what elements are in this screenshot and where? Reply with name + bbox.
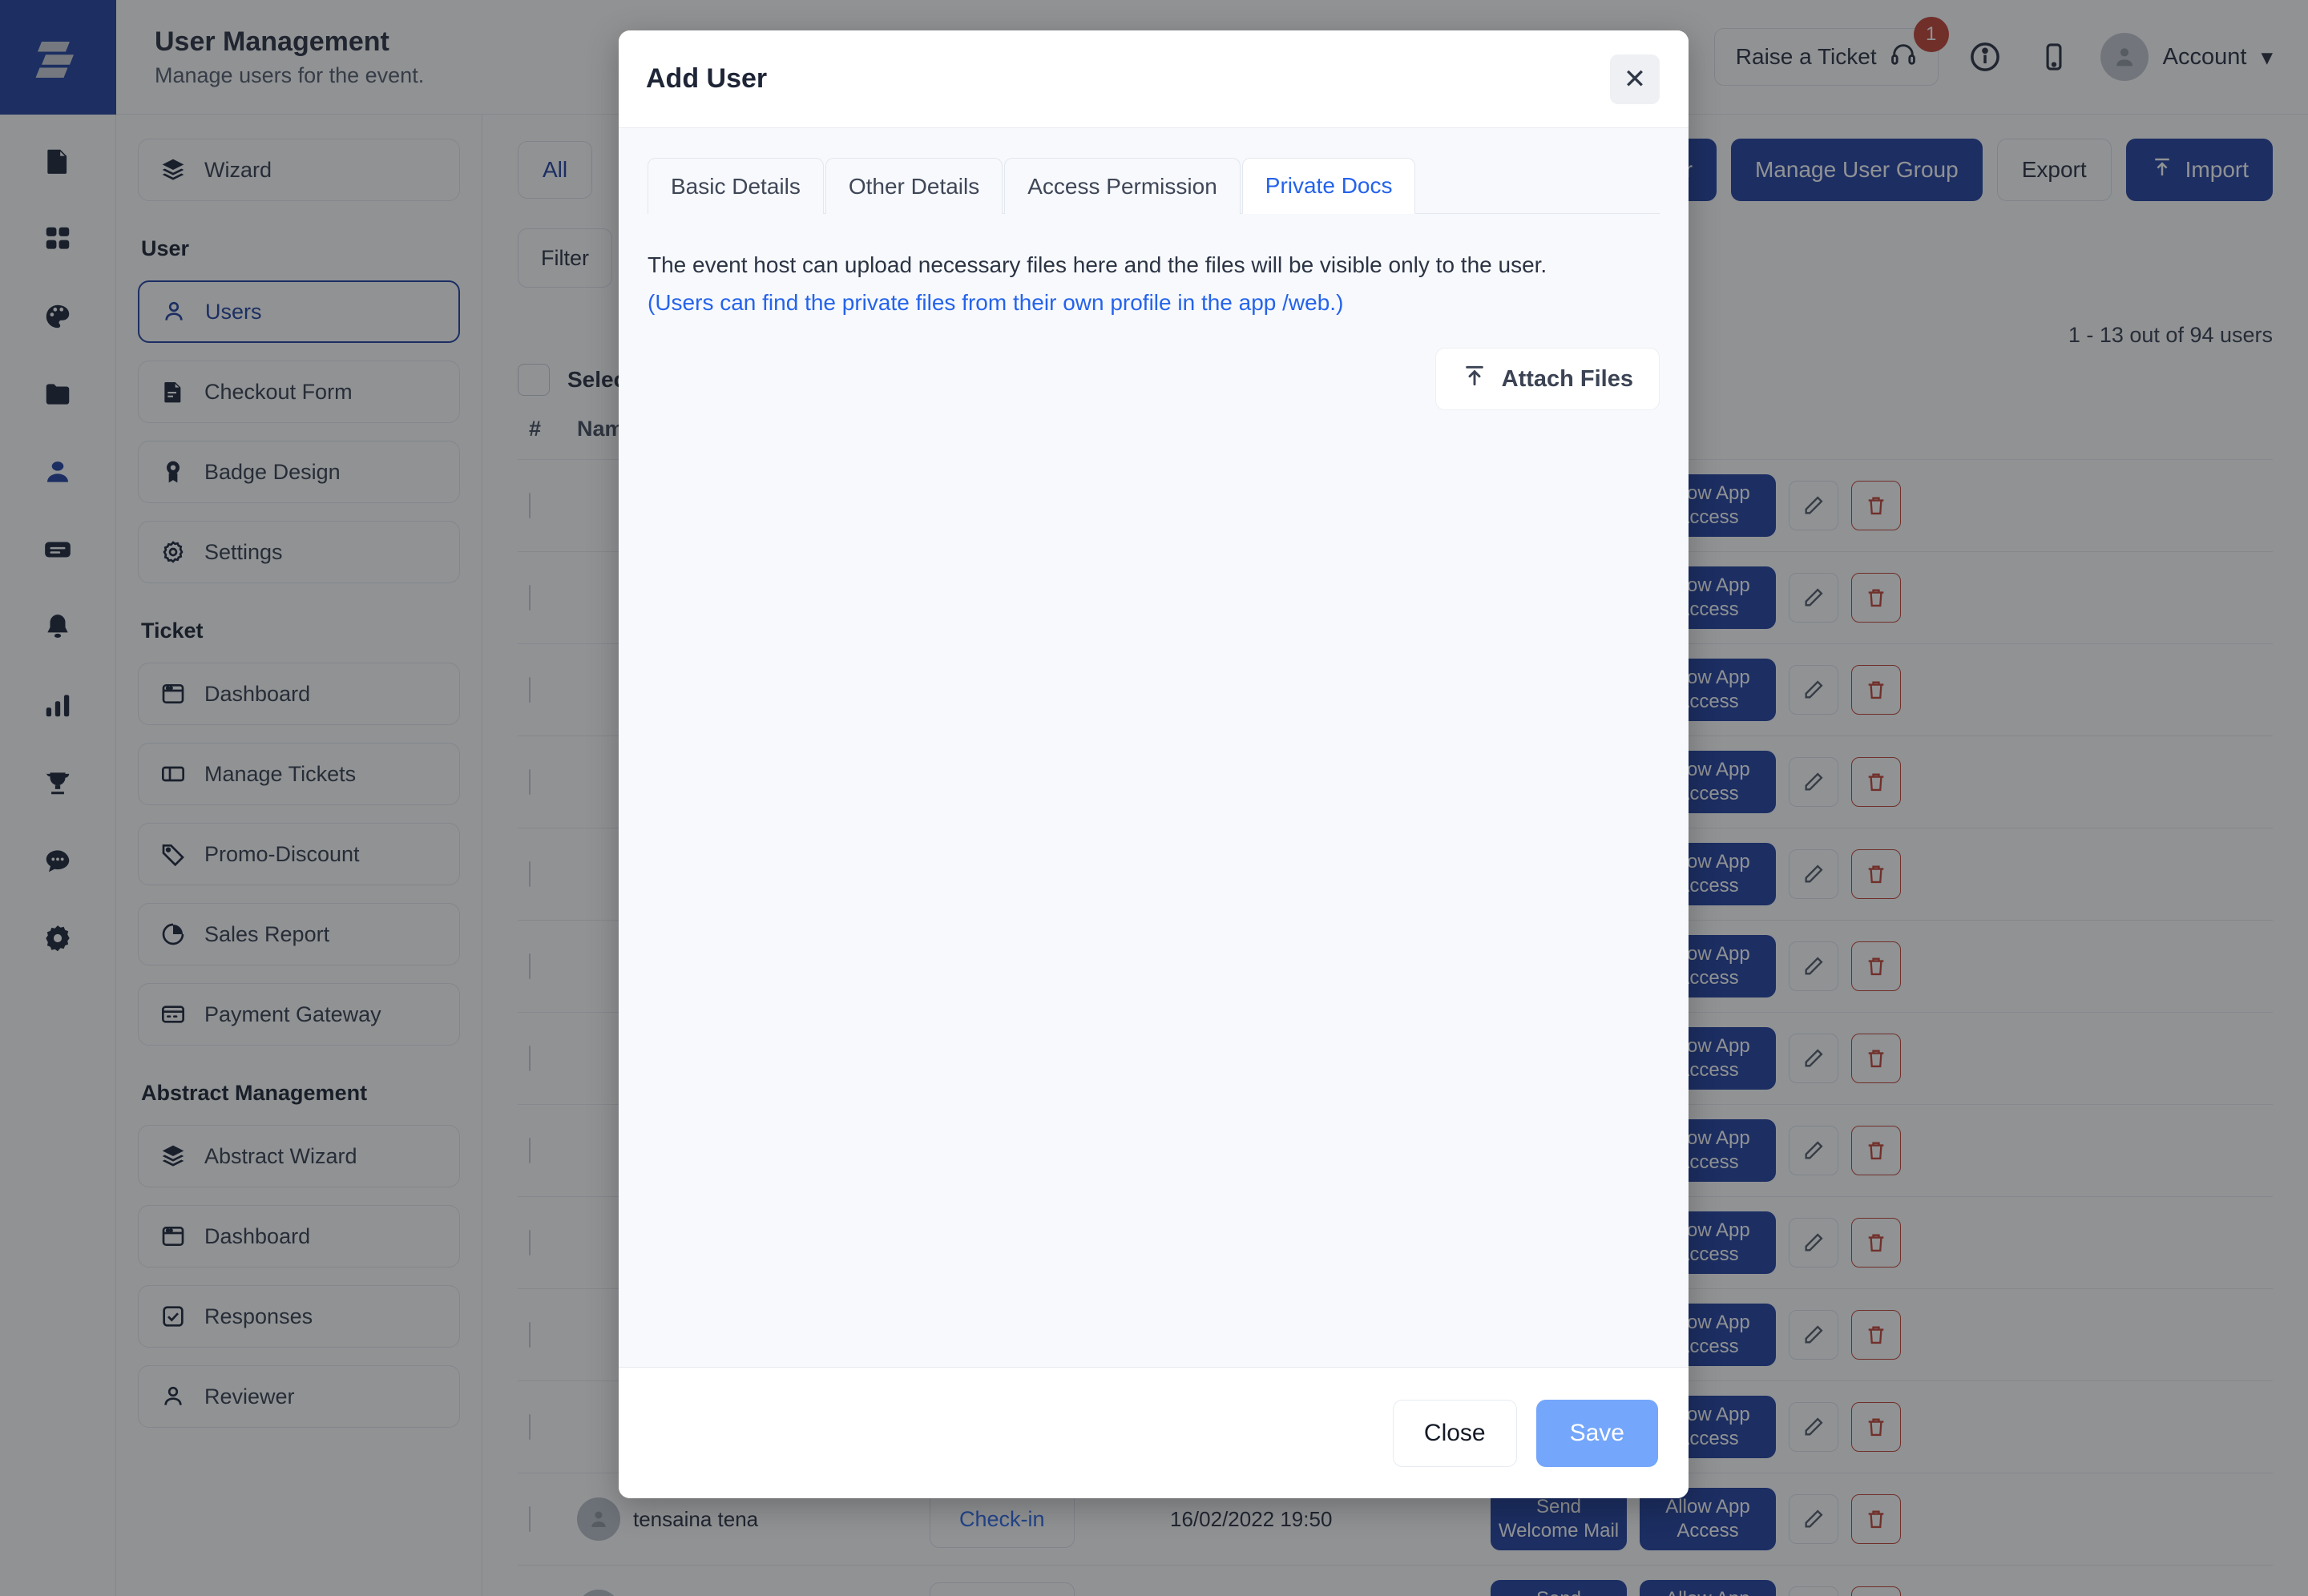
attach-files-label: Attach Files: [1501, 365, 1633, 392]
save-button[interactable]: Save: [1535, 1399, 1658, 1467]
modal-header: Add User ✕: [619, 30, 1689, 128]
attach-row: Attach Files: [648, 348, 1660, 411]
close-icon[interactable]: ✕: [1610, 54, 1660, 104]
tab-other-details[interactable]: Other Details: [825, 158, 1003, 214]
upload-icon: [1462, 363, 1487, 395]
modal-body: Basic Details Other Details Access Permi…: [619, 128, 1689, 1367]
private-docs-note: (Users can find the private files from t…: [648, 289, 1344, 315]
tab-basic-details[interactable]: Basic Details: [648, 158, 824, 214]
private-docs-description-block: The event host can upload necessary file…: [648, 249, 1660, 319]
modal-footer: Close Save: [619, 1367, 1689, 1498]
modal-title: Add User: [646, 63, 768, 94]
tab-access-permission[interactable]: Access Permission: [1004, 158, 1241, 214]
add-user-modal: Add User ✕ Basic Details Other Details A…: [619, 30, 1689, 1498]
modal-tabs: Basic Details Other Details Access Permi…: [648, 157, 1660, 214]
app-root: Wizard User Users Checkout Form B: [0, 0, 2308, 1596]
attach-files-button[interactable]: Attach Files: [1434, 348, 1660, 411]
private-docs-description: The event host can upload necessary file…: [648, 252, 1547, 277]
close-button[interactable]: Close: [1392, 1399, 1517, 1467]
tab-private-docs[interactable]: Private Docs: [1241, 158, 1416, 214]
